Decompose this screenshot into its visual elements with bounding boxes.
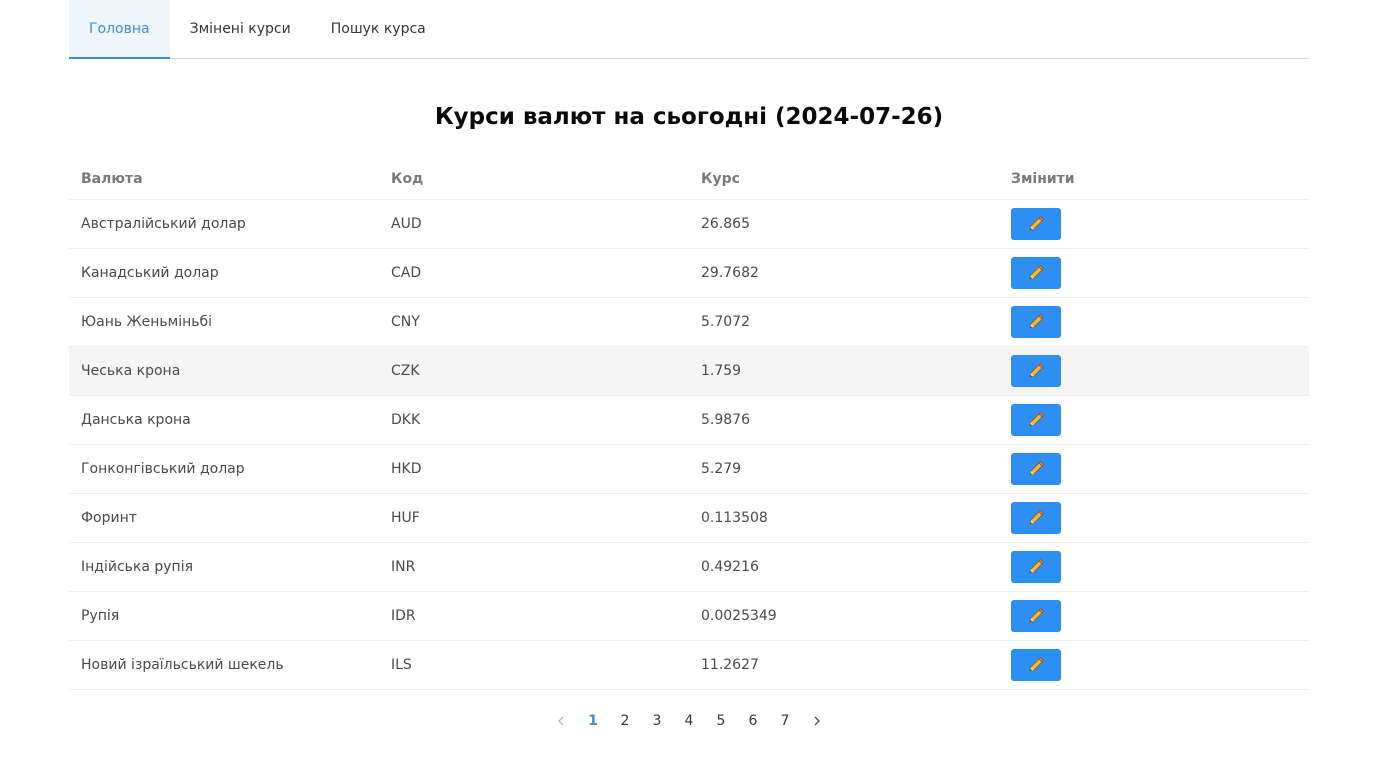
edit-button[interactable] [1011,403,1061,436]
rate-cell: 0.49216 [689,542,999,592]
page: Головна Змінені курси Пошук курса Курси … [69,0,1309,729]
pencil-icon [1027,362,1045,380]
edit-cell [999,591,1309,641]
edit-button[interactable] [1011,207,1061,240]
currency-code-cell: CNY [379,297,689,347]
currency-code-cell: CAD [379,248,689,298]
currency-name-cell: Австралійський долар [69,199,379,249]
edit-button[interactable] [1011,599,1061,632]
pencil-icon [1027,215,1045,233]
table-row: Австралійський долар AUD 26.865 [69,199,1309,249]
table-row: Новий ізраїльський шекель ILS 11.2627 [69,640,1309,690]
rate-cell: 5.7072 [689,297,999,347]
table-row: Юань Женьміньбі CNY 5.7072 [69,297,1309,347]
currency-code-cell: IDR [379,591,689,641]
pencil-icon [1027,264,1045,282]
currency-name-cell: Данська крона [69,395,379,445]
edit-button[interactable] [1011,305,1061,338]
currency-name-cell: Гонконгівський долар [69,444,379,494]
table-row: Індійська рупія INR 0.49216 [69,542,1309,592]
table-row: Канадський долар CAD 29.7682 [69,248,1309,298]
edit-cell [999,493,1309,543]
rate-cell: 1.759 [689,346,999,396]
rate-cell: 11.2627 [689,640,999,690]
page-title: Курси валют на сьогодні (2024-07-26) [434,104,944,130]
pagination-page[interactable]: 6 [737,705,769,737]
edit-cell [999,199,1309,249]
pagination-page[interactable]: 7 [769,705,801,737]
rates-table: Валюта Код Курс Змінити Австралійський д… [69,159,1309,690]
tab-bar: Головна Змінені курси Пошук курса [69,0,1309,59]
edit-cell [999,395,1309,445]
currency-code-cell: HUF [379,493,689,543]
table-row: Гонконгівський долар HKD 5.279 [69,444,1309,494]
column-header-rate: Курс [689,159,999,200]
currency-name-cell: Чеська крона [69,346,379,396]
rate-cell: 5.9876 [689,395,999,445]
column-header-code: Код [379,159,689,200]
table-row: Чеська крона CZK 1.759 [69,346,1309,396]
currency-code-cell: HKD [379,444,689,494]
table-row: Форинт HUF 0.113508 [69,493,1309,543]
pagination-page[interactable]: 4 [673,705,705,737]
rate-cell: 26.865 [689,199,999,249]
currency-name-cell: Індійська рупія [69,542,379,592]
pagination-next[interactable] [801,705,833,737]
table-row: Данська крона DKK 5.9876 [69,395,1309,445]
pencil-icon [1027,509,1045,527]
pencil-icon [1027,313,1045,331]
currency-code-cell: ILS [379,640,689,690]
tab-home[interactable]: Головна [69,0,170,59]
pagination-page[interactable]: 1 [577,705,609,737]
pencil-icon [1027,411,1045,429]
table-row: Рупія IDR 0.0025349 [69,591,1309,641]
currency-name-cell: Канадський долар [69,248,379,298]
table-header-row: Валюта Код Курс Змінити [69,159,1309,200]
edit-button[interactable] [1011,550,1061,583]
pagination-page[interactable]: 2 [609,705,641,737]
rate-cell: 29.7682 [689,248,999,298]
rate-cell: 5.279 [689,444,999,494]
rate-cell: 0.0025349 [689,591,999,641]
pencil-icon [1027,558,1045,576]
currency-name-cell: Новий ізраїльський шекель [69,640,379,690]
pencil-icon [1027,656,1045,674]
pagination-page[interactable]: 5 [705,705,737,737]
pagination: 1 2 3 4 5 6 7 [69,705,1309,737]
chevron-left-icon [558,716,564,726]
currency-name-cell: Рупія [69,591,379,641]
tab-search-rate[interactable]: Пошук курса [311,0,446,59]
edit-cell [999,542,1309,592]
edit-cell [999,346,1309,396]
pagination-prev[interactable] [545,705,577,737]
edit-cell [999,640,1309,690]
column-header-edit: Змінити [999,159,1309,200]
column-header-currency: Валюта [69,159,379,200]
edit-cell [999,444,1309,494]
edit-button[interactable] [1011,256,1061,289]
currency-name-cell: Форинт [69,493,379,543]
pencil-icon [1027,607,1045,625]
pagination-page[interactable]: 3 [641,705,673,737]
pencil-icon [1027,460,1045,478]
edit-cell [999,297,1309,347]
edit-button[interactable] [1011,452,1061,485]
currency-code-cell: DKK [379,395,689,445]
edit-button[interactable] [1011,354,1061,387]
rate-cell: 0.113508 [689,493,999,543]
currency-name-cell: Юань Женьміньбі [69,297,379,347]
tab-changed-rates[interactable]: Змінені курси [170,0,311,59]
edit-button[interactable] [1011,501,1061,534]
edit-cell [999,248,1309,298]
edit-button[interactable] [1011,648,1061,681]
currency-code-cell: AUD [379,199,689,249]
chevron-right-icon [814,716,820,726]
currency-code-cell: INR [379,542,689,592]
currency-code-cell: CZK [379,346,689,396]
